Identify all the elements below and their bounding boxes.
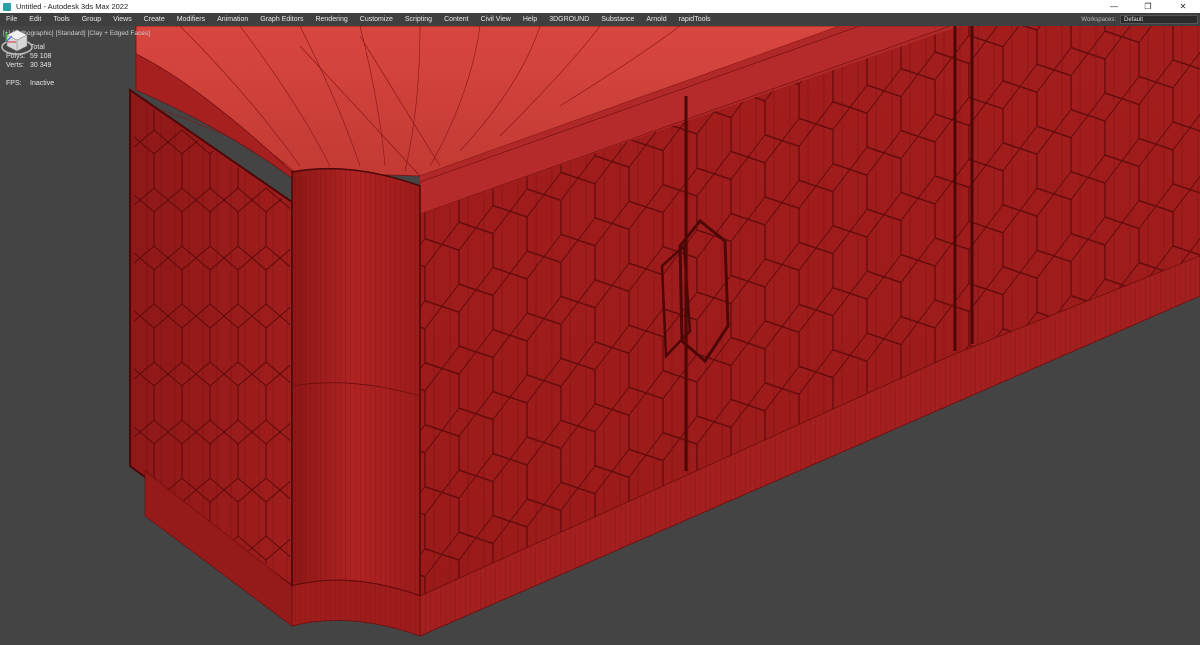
menu-rendering[interactable]: Rendering [309,13,353,26]
menu-content[interactable]: Content [438,13,475,26]
menu-rapidtools[interactable]: rapidTools [673,13,717,26]
restore-icon[interactable]: ❐ [1131,0,1165,13]
menu-arnold[interactable]: Arnold [640,13,672,26]
menu-graph-editors[interactable]: Graph Editors [254,13,309,26]
menu-substance[interactable]: Substance [595,13,640,26]
menu-views[interactable]: Views [107,13,138,26]
menu-customize[interactable]: Customize [354,13,399,26]
workspace-dropdown[interactable]: Default [1120,15,1198,24]
verts-label: Verts: [6,62,24,69]
axis-tripod-icon [5,32,16,43]
workspaces-label: Workspaces: [1081,16,1116,23]
menu-file[interactable]: File [0,13,23,26]
minimize-icon[interactable]: — [1097,0,1131,13]
perspective-viewport[interactable]: [+] [Orthographic] [Standard] [Clay + Ed… [0,26,1200,645]
window-title: Untitled - Autodesk 3ds Max 2022 [16,2,129,11]
workspace-switcher: Workspaces: Default [1081,13,1200,26]
menu-3dground[interactable]: 3DGROUND [543,13,595,26]
menu-create[interactable]: Create [138,13,171,26]
menu-tools[interactable]: Tools [47,13,75,26]
fps-value: Inactive [30,80,55,87]
menu-help[interactable]: Help [517,13,543,26]
app-icon [3,2,11,11]
menu-civil-view[interactable]: Civil View [475,13,517,26]
fps-label: FPS: [6,80,22,87]
verts-value: 30 349 [30,62,52,69]
menu-edit[interactable]: Edit [23,13,47,26]
menu-bar: File Edit Tools Group Views Create Modif… [0,13,1200,26]
close-icon[interactable]: ✕ [1166,0,1200,13]
menu-group[interactable]: Group [76,13,107,26]
viewport-display-mode[interactable]: [Clay + Edged Faces] [88,30,150,37]
menu-animation[interactable]: Animation [211,13,254,26]
viewport-shading-standard[interactable]: [Standard] [56,30,86,37]
menu-scripting[interactable]: Scripting [399,13,438,26]
viewport-scene [129,26,1200,637]
title-bar: Untitled - Autodesk 3ds Max 2022 — ❐ ✕ [0,0,1200,13]
menu-modifiers[interactable]: Modifiers [171,13,211,26]
column-wireframe [292,168,420,596]
